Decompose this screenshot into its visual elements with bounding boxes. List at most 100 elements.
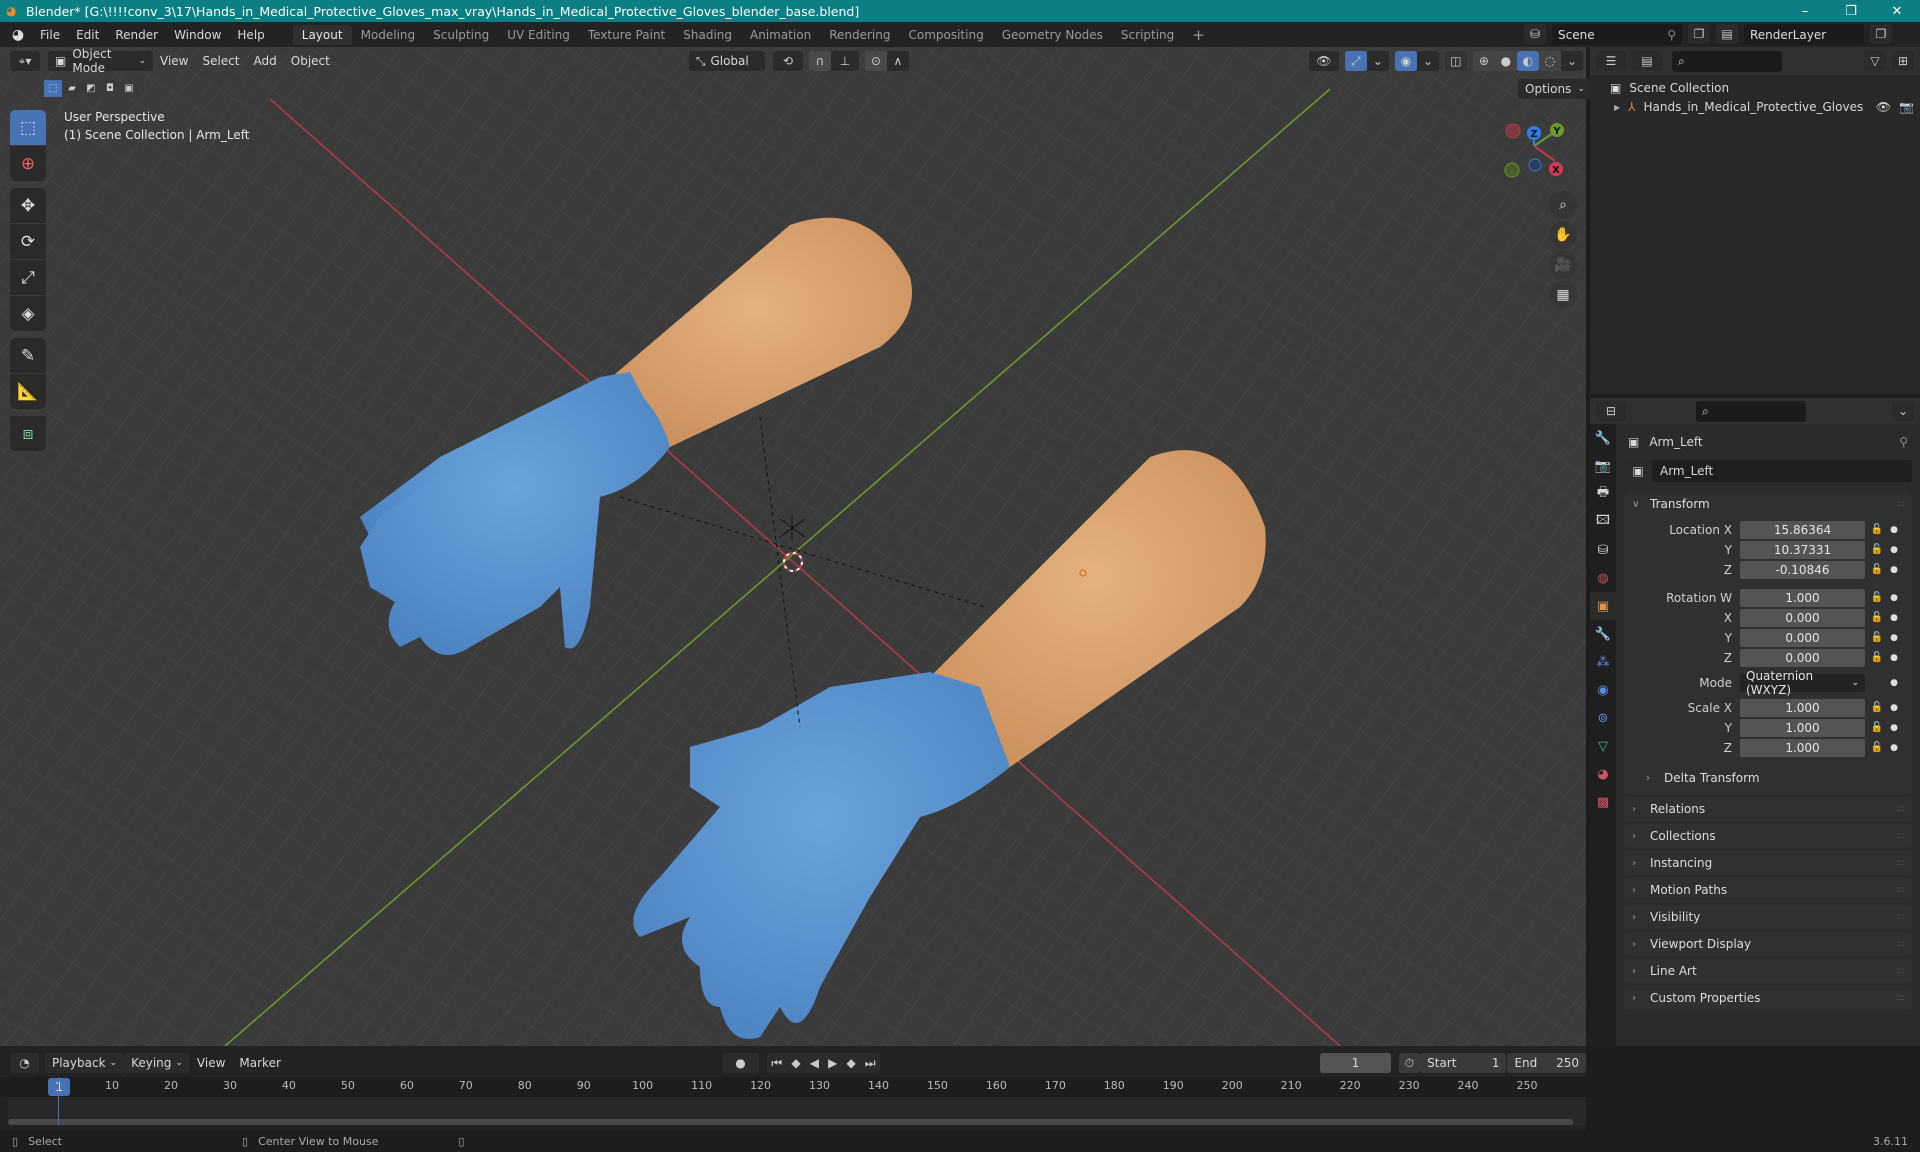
expand-arrow-icon[interactable]: ▶ [1614,103,1620,112]
menu-file[interactable]: File [32,28,68,42]
pin-icon[interactable]: ⚲ [1667,28,1676,42]
tab-uv-editing[interactable]: UV Editing [498,25,579,45]
maximize-button[interactable]: ❐ [1828,0,1874,22]
scene-field[interactable]: Scene ⚲ [1552,24,1682,45]
lock-icon[interactable]: 🔓 [1865,564,1889,575]
particles-tab-icon[interactable]: ⁂ [1590,648,1616,676]
prev-keyframe-icon[interactable]: ◆ [791,1056,800,1070]
keyframe-dot-icon[interactable]: ● [1889,633,1899,643]
keyframe-dot-icon[interactable]: ● [1889,653,1899,663]
timeline-ruler[interactable]: 10 20 30 40 50 60 70 80 90 100 110 120 130 140 150 160 1… [0,1077,1586,1097]
add-workspace-button[interactable]: + [1183,23,1214,47]
wireframe-shading-icon[interactable]: ⊕ [1472,51,1495,71]
keyframe-dot-icon[interactable]: ● [1889,703,1899,713]
menu-add[interactable]: Add [247,51,284,71]
motion-paths-panel[interactable]: › Motion Paths:::: [1624,878,1912,902]
lock-icon[interactable]: 🔓 [1865,612,1889,623]
viewport-display-panel[interactable]: › Viewport Display:::: [1624,932,1912,956]
output-tab-icon[interactable]: 🖶 [1590,480,1616,508]
3d-viewport[interactable] [0,47,1586,1046]
scene-tab-icon[interactable]: ⛁ [1590,536,1616,564]
snap-target-icon[interactable]: ⊥ [830,51,859,71]
tab-animation[interactable]: Animation [741,25,820,45]
marker-menu[interactable]: Marker [232,1053,287,1073]
select-box-tool-icon[interactable]: ⬚ [10,110,46,145]
keyframe-dot-icon[interactable]: ● [1889,525,1899,535]
auto-keying-icon[interactable]: ● [721,1053,760,1073]
menu-render[interactable]: Render [107,28,166,42]
timeline-view-menu[interactable]: View [190,1053,232,1073]
zoom-view-icon[interactable]: ⌕ [1549,191,1577,219]
lock-icon[interactable]: 🔓 [1865,632,1889,643]
location-x-field[interactable]: 15.86364 [1740,520,1865,539]
object-name-field[interactable]: ▣ Arm_Left [1624,460,1912,482]
gizmo-toggle-icon[interactable]: ⤢ [1344,51,1367,71]
drag-handle-icon[interactable]: :::: [1896,966,1905,976]
keyframe-dot-icon[interactable]: ● [1889,723,1899,733]
object-tab-icon[interactable]: ▣ [1590,592,1616,620]
keyframe-dot-icon[interactable]: ● [1889,678,1899,688]
physics-tab-icon[interactable]: ◉ [1590,676,1616,704]
location-z-field[interactable]: -0.10846 [1740,560,1865,579]
add-cube-tool-icon[interactable]: ⧈ [10,416,46,451]
timeline-track[interactable] [8,1077,1586,1125]
drag-handle-icon[interactable]: :::: [1896,939,1905,949]
menu-edit[interactable]: Edit [68,28,107,42]
properties-options-icon[interactable]: ⌄ [1892,401,1914,421]
rotation-mode-dropdown[interactable]: Quaternion (WXYZ) ⌄ [1740,669,1865,697]
select-invert-icon[interactable]: ◘ [101,80,119,97]
properties-search-input[interactable]: ⌕ [1696,400,1806,422]
menu-select[interactable]: Select [195,51,246,71]
rotation-z-field[interactable]: 0.000 [1740,648,1865,667]
lock-icon[interactable]: 🔓 [1865,544,1889,555]
keyframe-dot-icon[interactable]: ● [1889,565,1899,575]
playback-menu[interactable]: Playback ⌄ [44,1053,125,1073]
select-subtract-icon[interactable]: ◩ [82,80,100,97]
material-tab-icon[interactable]: ◕ [1590,760,1616,788]
blender-menu-icon[interactable]: ◕ [10,27,26,43]
navigation-gizmo[interactable]: Z Y X [1495,118,1575,188]
collections-panel[interactable]: › Collections:::: [1624,824,1912,848]
camera-view-icon[interactable]: 🎥 [1549,251,1577,279]
next-keyframe-icon[interactable]: ◆ [846,1056,855,1070]
menu-view[interactable]: View [153,51,195,71]
shading-dropdown-icon[interactable]: ⌄ [1560,51,1583,71]
new-view-layer-icon[interactable]: ❐ [1870,24,1892,44]
view-layer-tab-icon[interactable]: 🖾 [1590,508,1616,536]
lock-icon[interactable]: 🔓 [1865,652,1889,663]
overlay-toggle-icon[interactable]: ◉ [1394,51,1417,71]
keyframe-dot-icon[interactable]: ● [1889,593,1899,603]
transform-orientation-dropdown[interactable]: ⤡ Global [688,51,765,71]
jump-start-icon[interactable]: ⏮ [771,1056,782,1071]
mode-dropdown[interactable]: ▣ Object Mode ⌄ [48,47,153,75]
rotation-y-field[interactable]: 0.000 [1740,628,1865,647]
menu-window[interactable]: Window [166,28,229,42]
keyframe-dot-icon[interactable]: ● [1889,545,1899,555]
editor-type-icon[interactable]: ⌖▾ [10,51,40,71]
minimize-button[interactable]: – [1782,0,1828,22]
scale-x-field[interactable]: 1.000 [1740,698,1865,717]
modifier-tab-icon[interactable]: 🔧 [1590,620,1616,648]
play-reverse-icon[interactable]: ◀ [810,1056,819,1070]
select-extend-icon[interactable]: ▰ [63,80,81,97]
xray-toggle-icon[interactable]: ◫ [1444,51,1467,71]
move-tool-icon[interactable]: ✥ [10,188,46,223]
texture-tab-icon[interactable]: ▩ [1590,788,1616,816]
rotation-x-field[interactable]: 0.000 [1740,608,1865,627]
outliner-row[interactable]: ▶ ⅄ Hands_in_Medical_Protective_Gloves 👁… [1614,98,1914,116]
new-collection-icon[interactable]: ⊞ [1892,51,1914,71]
outliner-editor-type-icon[interactable]: ☰ [1596,51,1626,71]
eye-icon[interactable]: 👁 [1876,100,1891,114]
render-tab-icon[interactable]: 📷 [1590,452,1616,480]
jump-end-icon[interactable]: ⏭ [865,1056,876,1071]
drag-handle-icon[interactable]: :::: [1896,993,1905,1003]
view-layer-field[interactable]: RenderLayer [1744,24,1864,45]
close-button[interactable]: ✕ [1874,0,1920,22]
rotate-tool-icon[interactable]: ⟳ [10,224,46,259]
relations-panel[interactable]: › Relations:::: [1624,797,1912,821]
line-art-panel[interactable]: › Line Art:::: [1624,959,1912,983]
scene-icon[interactable]: ⛁ [1524,24,1546,44]
drag-handle-icon[interactable]: :::: [1896,831,1905,841]
annotate-tool-icon[interactable]: ✎ [10,338,46,373]
cursor-tool-icon[interactable]: ⊕ [10,146,46,181]
